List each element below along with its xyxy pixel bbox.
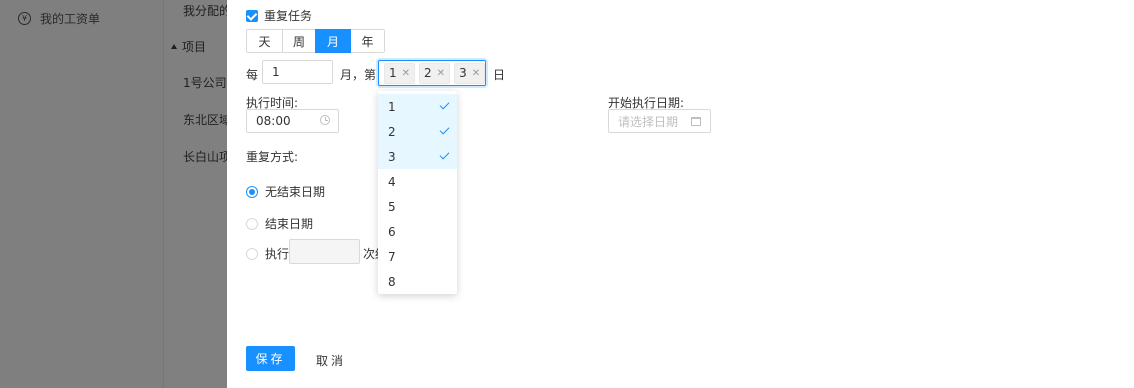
repeat-task-drawer: 重复任务 天 周 月 年 每 1 月，第 1 ✕ 2 ✕ 3 ✕ 日 执行时间: 08… bbox=[227, 0, 1134, 388]
interval-prefix: 每 bbox=[246, 68, 259, 82]
radio-label: 结束日期 bbox=[265, 217, 314, 231]
tree-item[interactable]: 东北区域 bbox=[183, 111, 227, 128]
repeat-task-label: 重复任务 bbox=[264, 9, 313, 23]
background-sidebar: ¥ 我的工资单 bbox=[0, 0, 163, 388]
day-tag: 1 ✕ bbox=[384, 62, 416, 84]
calendar-icon bbox=[691, 117, 701, 126]
radio-label: 执行 bbox=[265, 247, 290, 261]
check-icon bbox=[439, 124, 450, 135]
day-dropdown: 1 2 3 4 5 6 7 8 bbox=[378, 91, 457, 294]
dropdown-option-7[interactable]: 7 bbox=[378, 244, 457, 269]
exec-count-input[interactable] bbox=[289, 239, 360, 264]
interval-unit: 月，第 bbox=[340, 68, 377, 82]
interval-input[interactable]: 1 bbox=[262, 60, 333, 84]
sidebar-item-payslip[interactable]: ¥ 我的工资单 bbox=[18, 10, 100, 27]
background-content: 我分配的 项目 1号公司 东北区域 长白山项 bbox=[164, 0, 227, 388]
sidebar-item-label: 我的工资单 bbox=[40, 12, 101, 26]
dropdown-option-4[interactable]: 4 bbox=[378, 169, 457, 194]
check-icon bbox=[439, 99, 450, 110]
radio-no-end[interactable]: 无结束日期 bbox=[246, 183, 325, 200]
dropdown-option-8[interactable]: 8 bbox=[378, 269, 457, 294]
close-icon[interactable]: ✕ bbox=[402, 68, 410, 79]
check-icon bbox=[439, 149, 450, 160]
tree-node-projects[interactable]: 项目 bbox=[171, 38, 206, 55]
day-tag: 3 ✕ bbox=[454, 62, 486, 84]
dropdown-option-3[interactable]: 3 bbox=[378, 144, 457, 169]
dropdown-option-6[interactable]: 6 bbox=[378, 219, 457, 244]
dropdown-option-2[interactable]: 2 bbox=[378, 119, 457, 144]
radio-label: 无结束日期 bbox=[265, 185, 326, 199]
content-line: 我分配的 bbox=[183, 4, 227, 18]
cancel-button[interactable]: 取消 bbox=[316, 352, 346, 369]
day-multiselect[interactable]: 1 ✕ 2 ✕ 3 ✕ bbox=[378, 60, 486, 86]
caret-up-icon bbox=[171, 44, 177, 49]
clock-icon bbox=[320, 115, 330, 125]
radio-button[interactable] bbox=[246, 247, 258, 260]
frequency-week[interactable]: 周 bbox=[282, 29, 316, 53]
dropdown-option-1[interactable]: 1 bbox=[378, 94, 457, 119]
radio-button[interactable] bbox=[246, 217, 258, 230]
frequency-day[interactable]: 天 bbox=[246, 29, 283, 53]
close-icon[interactable]: ✕ bbox=[472, 68, 480, 79]
day-tag: 2 ✕ bbox=[419, 62, 451, 84]
radio-button[interactable] bbox=[246, 185, 258, 198]
tree-item[interactable]: 1号公司 bbox=[183, 74, 227, 91]
close-icon[interactable]: ✕ bbox=[437, 68, 445, 79]
frequency-month[interactable]: 月 bbox=[315, 29, 351, 53]
repeat-task-checkbox-wrapper[interactable]: 重复任务 bbox=[246, 7, 312, 24]
yuan-icon: ¥ bbox=[18, 12, 31, 25]
radio-exec-count[interactable]: 执行 bbox=[246, 245, 289, 262]
exec-time-picker[interactable]: 08:00 bbox=[246, 109, 339, 133]
start-date-picker[interactable]: 请选择日期 bbox=[608, 109, 711, 133]
save-button[interactable]: 保存 bbox=[246, 346, 295, 371]
dropdown-option-5[interactable]: 5 bbox=[378, 194, 457, 219]
interval-suffix: 日 bbox=[493, 68, 506, 82]
repeat-task-checkbox[interactable] bbox=[246, 9, 258, 22]
frequency-selector: 天 周 月 年 bbox=[246, 29, 385, 53]
repeat-mode-label: 重复方式: bbox=[246, 150, 299, 164]
frequency-year[interactable]: 年 bbox=[350, 29, 385, 53]
tree-item[interactable]: 长白山项 bbox=[183, 148, 227, 165]
radio-end-date[interactable]: 结束日期 bbox=[246, 215, 313, 232]
